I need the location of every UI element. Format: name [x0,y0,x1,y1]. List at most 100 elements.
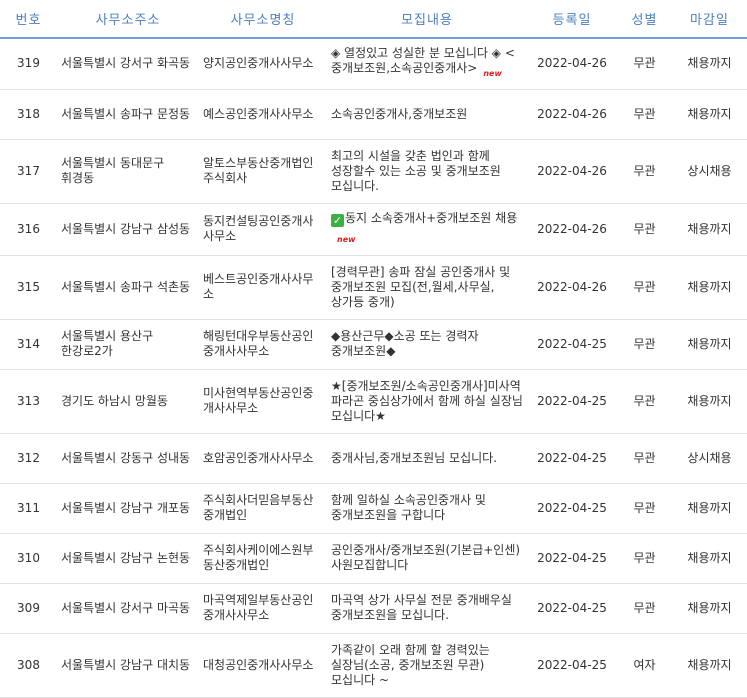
recruit-content-link[interactable]: 중개사님,중개보조원님 모십니다. [331,451,497,465]
recruit-content-link[interactable]: 공인중개사/중개보조원(기본급+인센)사원모집합니다 [331,543,520,572]
gender: 여자 [617,633,672,698]
row-number: 309 [0,583,57,634]
gender: 무관 [617,369,672,434]
registered-date: 2022-04-25 [527,633,617,698]
table-row[interactable]: 311 서울특별시 강남구 개포동 주식회사더믿음부동산중개법인 함께 일하실 소속공… [0,483,747,534]
table-row[interactable]: 317 서울특별시 동대문구 휘경동 알토스부동산중개법인주식회사 최고의 시설을 갖… [0,139,747,204]
header-registered-date: 등록일 [527,0,617,39]
gender: 무관 [617,255,672,320]
recruit-content-link[interactable]: ★[중개보조원/소속공인중개사]미사역 파라곤 중심상가에서 함께 하실 실장님… [331,379,523,423]
table-row[interactable]: 318 서울특별시 송파구 문정동 예스공인중개사사무소 소속공인중개사,중개보조원 2… [0,89,747,140]
office-address: 서울특별시 강남구 논현동 [57,533,199,584]
recruit-content-cell[interactable]: [경력무관] 송파 잠실 공인중개사 및 중개보조원 모집(전,월세,사무실,상… [327,255,527,320]
recruit-content-cell[interactable]: 최고의 시설을 갖춘 법인과 함께 성장할수 있는 소공 및 중개보조원 모십니… [327,139,527,204]
recruit-content-link[interactable]: 최고의 시설을 갖춘 법인과 함께 성장할수 있는 소공 및 중개보조원 모십니… [331,149,501,193]
office-name: 알토스부동산중개법인주식회사 [199,139,327,204]
table-row[interactable]: 315 서울특별시 송파구 석촌동 베스트공인중개사사무소 [경력무관] 송파 잠실 … [0,255,747,320]
recruit-content-link[interactable]: 함께 일하실 소속공인중개사 및 중개보조원을 구합니다 [331,493,486,522]
registered-date: 2022-04-25 [527,583,617,634]
row-number: 319 [0,38,57,90]
recruit-content-cell[interactable]: 가족같이 오래 함께 할 경력있는 실장님(소공, 중개보조원 무관) 모십니다… [327,633,527,698]
row-number: 308 [0,633,57,698]
table-row[interactable]: 309 서울특별시 강서구 마곡동 마곡역제일부동산공인중개사사무소 마곡역 상가 사… [0,583,747,634]
table-row[interactable]: 308 서울특별시 강남구 대치동 대청공인중개사사무소 가족같이 오래 함께 할 경… [0,633,747,698]
header-recruit-content: 모집내용 [327,0,527,39]
row-number: 312 [0,433,57,484]
recruit-content-link[interactable]: 가족같이 오래 함께 할 경력있는 실장님(소공, 중개보조원 무관) 모십니다… [331,643,490,687]
deadline: 채용까지 [672,38,747,90]
table-row[interactable]: 310 서울특별시 강남구 논현동 주식회사케이에스원부동산중개법인 공인중개사/중개… [0,533,747,584]
office-address: 서울특별시 용산구 한강로2가 [57,319,199,370]
recruit-content-link[interactable]: 소속공인중개사,중개보조원 [331,107,467,121]
row-number: 316 [0,203,57,256]
deadline: 채용까지 [672,319,747,370]
recruit-content-cell[interactable]: ✓ 동지 소속중개사+중개보조원 채용 new [327,203,527,256]
office-address: 서울특별시 강동구 성내동 [57,433,199,484]
recruit-content-link[interactable]: [경력무관] 송파 잠실 공인중개사 및 중개보조원 모집(전,월세,사무실,상… [331,265,510,309]
registered-date: 2022-04-26 [527,203,617,256]
row-number: 310 [0,533,57,584]
registered-date: 2022-04-25 [527,433,617,484]
office-address: 서울특별시 송파구 문정동 [57,89,199,140]
row-number: 313 [0,369,57,434]
office-address: 서울특별시 동대문구 휘경동 [57,139,199,204]
gender: 무관 [617,583,672,634]
recruit-content-cell[interactable]: ◈ 열정있고 성실한 분 모십니다 ◈ <중개보조원,소속공인중개사> new [327,38,527,90]
registered-date: 2022-04-26 [527,89,617,140]
gender: 무관 [617,89,672,140]
office-address: 서울특별시 강서구 화곡동 [57,38,199,90]
office-name: 주식회사더믿음부동산중개법인 [199,483,327,534]
deadline: 채용까지 [672,203,747,256]
registered-date: 2022-04-26 [527,38,617,90]
table-row[interactable]: 319 서울특별시 강서구 화곡동 양지공인중개사사무소 ◈ 열정있고 성실한 분 모… [0,38,747,90]
office-name: 동지컨설팅공인중개사사무소 [199,203,327,256]
registered-date: 2022-04-26 [527,139,617,204]
recruit-content-cell[interactable]: ★[중개보조원/소속공인중개사]미사역 파라곤 중심상가에서 함께 하실 실장님… [327,369,527,434]
row-number: 317 [0,139,57,204]
row-number: 311 [0,483,57,534]
table-row[interactable]: 314 서울특별시 용산구 한강로2가 해링턴대우부동산공인중개사사무소 ◆용산근무◆… [0,319,747,370]
gender: 무관 [617,433,672,484]
header-office-name: 사무소명칭 [199,0,327,39]
header-gender: 성별 [617,0,672,39]
table-row[interactable]: 313 경기도 하남시 망월동 미사현역부동산공인중개사사무소 ★[중개보조원/소속공… [0,369,747,434]
new-badge: new [337,235,356,244]
gender: 무관 [617,38,672,90]
recruit-content-link[interactable]: ◆용산근무◆소공 또는 경력자 중개보조원◆ [331,329,479,358]
recruit-content-link[interactable]: 동지 소속중개사+중개보조원 채용 [345,211,517,225]
registered-date: 2022-04-26 [527,255,617,320]
recruit-content-cell[interactable]: 소속공인중개사,중개보조원 [327,89,527,140]
recruit-content-cell[interactable]: 함께 일하실 소속공인중개사 및 중개보조원을 구합니다 [327,483,527,534]
deadline: 채용까지 [672,633,747,698]
registered-date: 2022-04-25 [527,533,617,584]
registered-date: 2022-04-25 [527,369,617,434]
header-office-address: 사무소주소 [57,0,199,39]
deadline: 채용까지 [672,583,747,634]
deadline: 채용까지 [672,89,747,140]
deadline: 채용까지 [672,369,747,434]
office-name: 마곡역제일부동산공인중개사사무소 [199,583,327,634]
deadline: 채용까지 [672,483,747,534]
new-badge: new [483,69,502,79]
table-row[interactable]: 316 서울특별시 강남구 삼성동 동지컨설팅공인중개사사무소 ✓ 동지 소속중개사+중… [0,203,747,256]
office-address: 서울특별시 강남구 개포동 [57,483,199,534]
row-number: 314 [0,319,57,370]
office-address: 경기도 하남시 망월동 [57,369,199,434]
gender: 무관 [617,139,672,204]
recruit-content-cell[interactable]: 중개사님,중개보조원님 모십니다. [327,433,527,484]
gender: 무관 [617,203,672,256]
office-name: 베스트공인중개사사무소 [199,255,327,320]
row-number: 315 [0,255,57,320]
gender: 무관 [617,483,672,534]
registered-date: 2022-04-25 [527,319,617,370]
deadline: 채용까지 [672,255,747,320]
recruit-content-cell[interactable]: ◆용산근무◆소공 또는 경력자 중개보조원◆ [327,319,527,370]
table-row[interactable]: 312 서울특별시 강동구 성내동 호암공인중개사사무소 중개사님,중개보조원님 모십… [0,433,747,484]
recruit-content-link[interactable]: 마곡역 상가 사무실 전문 중개배우실 중개보조원을 모십니다. [331,593,512,622]
recruit-content-cell[interactable]: 공인중개사/중개보조원(기본급+인센)사원모집합니다 [327,533,527,584]
table-body: 319 서울특별시 강서구 화곡동 양지공인중개사사무소 ◈ 열정있고 성실한 분 모… [0,38,747,698]
registered-date: 2022-04-25 [527,483,617,534]
deadline: 상시채용 [672,139,747,204]
office-name: 해링턴대우부동산공인중개사사무소 [199,319,327,370]
recruit-content-cell[interactable]: 마곡역 상가 사무실 전문 중개배우실 중개보조원을 모십니다. [327,583,527,634]
